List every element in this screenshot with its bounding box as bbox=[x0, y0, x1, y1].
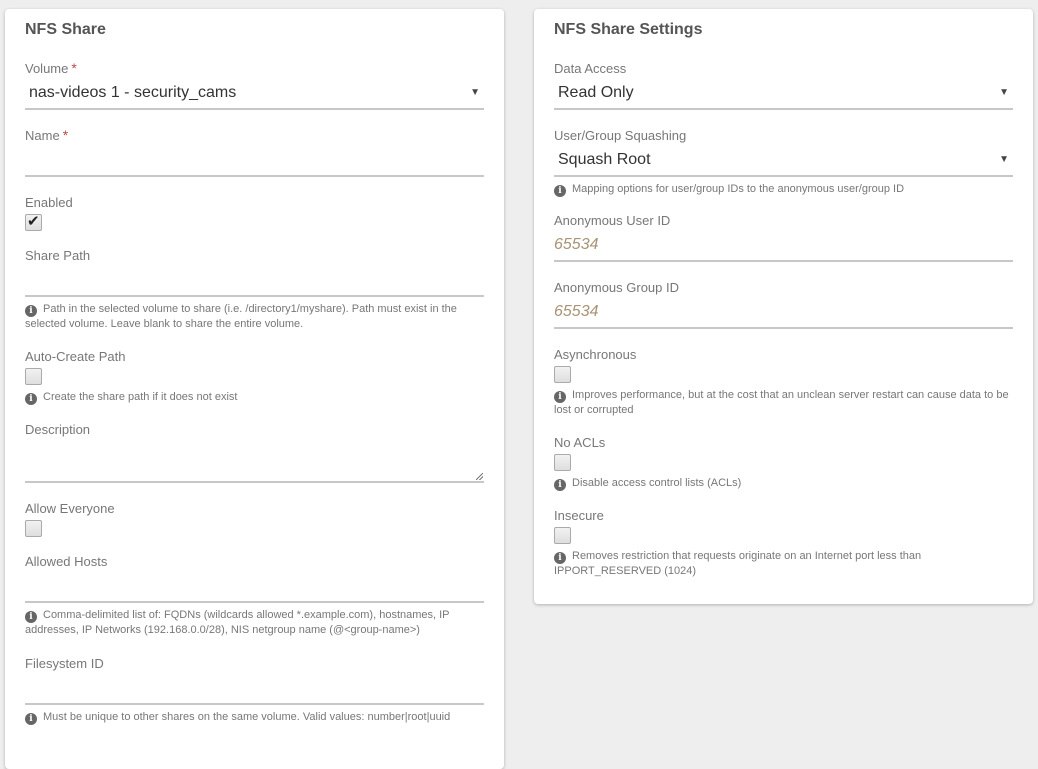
data-access-value: Read Only bbox=[558, 84, 634, 101]
data-access-field: Data Access Read Only ▼ bbox=[554, 61, 1013, 110]
no-acls-field: No ACLs i Disable access control lists (A… bbox=[554, 435, 1013, 491]
insecure-label: Insecure bbox=[554, 508, 604, 523]
data-access-label: Data Access bbox=[554, 61, 627, 76]
card-title: NFS Share Settings bbox=[554, 21, 703, 38]
squashing-help: Mapping options for user/group IDs to th… bbox=[572, 183, 905, 195]
filesystem-id-label: Filesystem ID bbox=[25, 656, 104, 671]
enabled-label: Enabled bbox=[25, 195, 73, 210]
info-icon: i bbox=[554, 185, 566, 197]
anon-uid-field: Anonymous User ID 65534 bbox=[554, 213, 1013, 262]
async-checkbox[interactable] bbox=[554, 366, 571, 383]
auto-create-field: Auto-Create Path i Create the share path … bbox=[25, 349, 484, 405]
anon-gid-label: Anonymous Group ID bbox=[554, 280, 680, 295]
filesystem-id-field: Filesystem ID i Must be unique to other s… bbox=[25, 656, 484, 725]
volume-select[interactable]: nas-videos 1 - security_cams ▼ bbox=[25, 80, 484, 110]
insecure-help: Removes restriction that requests origin… bbox=[554, 550, 922, 577]
volume-label: Volume bbox=[25, 61, 69, 76]
async-help: Improves performance, but at the cost th… bbox=[554, 389, 1009, 416]
share-path-label: Share Path bbox=[25, 248, 91, 263]
nfs-share-card: NFS Share Volume * nas-videos 1 - securit… bbox=[5, 9, 504, 769]
nfs-share-settings-card: NFS Share Settings Data Access Read Only… bbox=[534, 9, 1033, 604]
info-icon: i bbox=[25, 713, 37, 725]
no-acls-help: Disable access control lists (ACLs) bbox=[572, 477, 742, 489]
chevron-down-icon: ▼ bbox=[999, 87, 1009, 98]
squashing-field: User/Group Squashing Squash Root ▼ i Mapp… bbox=[554, 128, 1013, 197]
no-acls-label: No ACLs bbox=[554, 435, 606, 450]
name-input[interactable] bbox=[25, 147, 484, 177]
insecure-field: Insecure i Removes restriction that reque… bbox=[554, 508, 1013, 579]
anon-uid-input[interactable]: 65534 bbox=[554, 232, 1013, 262]
auto-create-checkbox[interactable] bbox=[25, 368, 42, 385]
squashing-value: Squash Root bbox=[558, 151, 651, 168]
share-path-help: Path in the selected volume to share (i.… bbox=[25, 303, 457, 330]
volume-field: Volume * nas-videos 1 - security_cams ▼ bbox=[25, 61, 484, 110]
volume-value: nas-videos 1 - security_cams bbox=[29, 84, 237, 101]
allowed-hosts-label: Allowed Hosts bbox=[25, 554, 108, 569]
data-access-select[interactable]: Read Only ▼ bbox=[554, 80, 1013, 110]
info-icon: i bbox=[554, 552, 566, 564]
enabled-checkbox[interactable]: ✔ bbox=[25, 213, 42, 231]
enabled-field: Enabled ✔ bbox=[25, 195, 484, 231]
chevron-down-icon: ▼ bbox=[470, 87, 480, 98]
name-field: Name * bbox=[25, 128, 484, 177]
resize-handle-icon[interactable] bbox=[476, 473, 483, 480]
async-field: Asynchronous i Improves performance, but … bbox=[554, 347, 1013, 418]
card-title: NFS Share bbox=[25, 21, 106, 38]
no-acls-checkbox[interactable] bbox=[554, 454, 571, 471]
squashing-select[interactable]: Squash Root ▼ bbox=[554, 147, 1013, 177]
anon-gid-field: Anonymous Group ID 65534 bbox=[554, 280, 1013, 329]
description-field: Description bbox=[25, 422, 484, 483]
info-icon: i bbox=[25, 611, 37, 623]
insecure-checkbox[interactable] bbox=[554, 527, 571, 544]
info-icon: i bbox=[25, 305, 37, 317]
filesystem-id-input[interactable] bbox=[25, 675, 484, 705]
info-icon: i bbox=[554, 391, 566, 403]
anon-uid-label: Anonymous User ID bbox=[554, 213, 671, 228]
description-textarea[interactable] bbox=[25, 439, 484, 483]
allow-everyone-label: Allow Everyone bbox=[25, 501, 115, 516]
name-label: Name bbox=[25, 128, 60, 143]
filesystem-id-help: Must be unique to other shares on the sa… bbox=[43, 711, 451, 723]
allowed-hosts-input[interactable] bbox=[25, 573, 484, 603]
anon-gid-input[interactable]: 65534 bbox=[554, 299, 1013, 329]
required-marker: * bbox=[62, 127, 69, 143]
auto-create-label: Auto-Create Path bbox=[25, 349, 126, 364]
allowed-hosts-field: Allowed Hosts i Comma-delimited list of: … bbox=[25, 554, 484, 638]
allow-everyone-field: Allow Everyone bbox=[25, 501, 484, 537]
info-icon: i bbox=[25, 393, 37, 405]
share-path-input[interactable] bbox=[25, 267, 484, 297]
chevron-down-icon: ▼ bbox=[999, 154, 1009, 165]
auto-create-help: Create the share path if it does not exi… bbox=[43, 391, 238, 403]
required-marker: * bbox=[71, 60, 77, 76]
info-icon: i bbox=[554, 479, 566, 491]
allowed-hosts-help: Comma-delimited list of: FQDNs (wildcard… bbox=[25, 609, 450, 636]
check-icon: ✔ bbox=[27, 213, 40, 230]
share-path-field: Share Path i Path in the selected volume … bbox=[25, 248, 484, 332]
async-label: Asynchronous bbox=[554, 347, 637, 362]
squashing-label: User/Group Squashing bbox=[554, 128, 687, 143]
allow-everyone-checkbox[interactable] bbox=[25, 520, 42, 537]
description-label: Description bbox=[25, 422, 91, 437]
